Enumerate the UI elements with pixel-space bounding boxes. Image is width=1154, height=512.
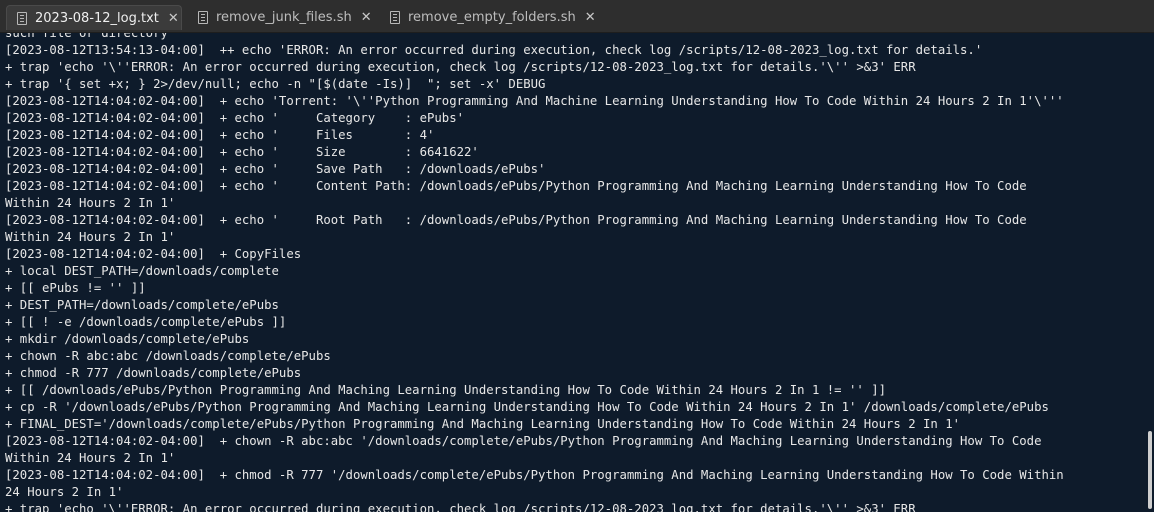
tab-2023-08-12-log[interactable]: 2023-08-12_log.txt ✕: [6, 5, 182, 30]
log-line: [2023-08-12T14:04:02-04:00] + CopyFiles: [5, 247, 302, 261]
log-line: + [[ ePubs != '' ]]: [5, 281, 146, 295]
log-line: [2023-08-12T14:04:02-04:00] + echo ' Sav…: [5, 162, 546, 176]
log-line: [2023-08-12T14:04:02-04:00] + echo ' Roo…: [5, 213, 1027, 227]
tab-label: 2023-08-12_log.txt: [35, 10, 159, 26]
log-line: [2023-08-12T14:04:02-04:00] + echo ' Siz…: [5, 145, 479, 159]
close-icon[interactable]: ✕: [585, 10, 596, 25]
log-line: [2023-08-12T14:04:02-04:00] + echo ' Con…: [5, 179, 1027, 193]
log-line: + trap 'echo '\''ERROR: An error occurre…: [5, 60, 916, 74]
log-content: such file or directory [2023-08-12T13:54…: [5, 33, 1146, 512]
text-editor[interactable]: such file or directory [2023-08-12T13:54…: [0, 33, 1154, 512]
log-line: + FINAL_DEST='/downloads/complete/ePubs/…: [5, 417, 961, 431]
file-icon: [17, 11, 27, 25]
close-icon[interactable]: ✕: [361, 10, 372, 25]
log-line: + cp -R '/downloads/ePubs/Python Program…: [5, 400, 1049, 414]
log-line: [2023-08-12T14:04:02-04:00] + chmod -R 7…: [5, 468, 1064, 482]
file-icon: [198, 11, 208, 24]
log-line: + [[ /downloads/ePubs/Python Programming…: [5, 383, 886, 397]
log-line: + mkdir /downloads/complete/ePubs: [5, 332, 250, 346]
tab-remove-junk-files[interactable]: remove_junk_files.sh ✕: [198, 5, 378, 30]
log-line: + trap 'echo '\''ERROR: An error occurre…: [5, 502, 916, 512]
log-line: + [[ ! -e /downloads/complete/ePubs ]]: [5, 315, 287, 329]
log-line: 24 Hours 2 In 1': [5, 485, 124, 499]
file-icon: [390, 11, 400, 24]
tab-label: remove_junk_files.sh: [216, 10, 352, 25]
log-line: such file or directory: [5, 33, 168, 40]
log-line: [2023-08-12T14:04:02-04:00] + echo ' Cat…: [5, 111, 465, 125]
tab-bar: 2023-08-12_log.txt ✕ remove_junk_files.s…: [0, 0, 1154, 33]
log-line: [2023-08-12T14:04:02-04:00] + chown -R a…: [5, 434, 1042, 448]
tab-label: remove_empty_folders.sh: [408, 10, 576, 25]
log-line: Within 24 Hours 2 In 1': [5, 230, 176, 244]
log-line: + DEST_PATH=/downloads/complete/ePubs: [5, 298, 279, 312]
log-line: + chown -R abc:abc /downloads/complete/e…: [5, 349, 331, 363]
log-line: Within 24 Hours 2 In 1': [5, 196, 176, 210]
log-line: + chmod -R 777 /downloads/complete/ePubs: [5, 366, 302, 380]
log-line: + local DEST_PATH=/downloads/complete: [5, 264, 279, 278]
vertical-scrollbar[interactable]: [1146, 33, 1154, 512]
close-icon[interactable]: ✕: [168, 11, 179, 26]
log-line: [2023-08-12T14:04:02-04:00] + echo 'Torr…: [5, 94, 1064, 108]
log-line: Within 24 Hours 2 In 1': [5, 451, 176, 465]
log-line: [2023-08-12T14:04:02-04:00] + echo ' Fil…: [5, 128, 435, 142]
log-line: [2023-08-12T13:54:13-04:00] ++ echo 'ERR…: [5, 43, 983, 57]
log-line: + trap '{ set +x; } 2>/dev/null; echo -n…: [5, 77, 546, 91]
tab-remove-empty-folders[interactable]: remove_empty_folders.sh ✕: [390, 5, 600, 30]
scrollbar-thumb[interactable]: [1148, 431, 1152, 509]
